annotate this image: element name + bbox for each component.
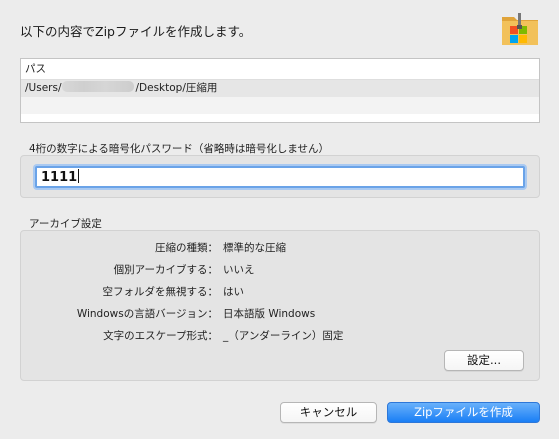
- password-input[interactable]: 1111: [35, 166, 525, 188]
- path-suffix: /Desktop/圧縮用: [135, 82, 218, 94]
- setting-compression-type-value: 標準的な圧縮: [223, 241, 423, 255]
- setting-ignore-empty-folders: 空フォルダを無視する：: [0, 285, 219, 299]
- path-prefix: /Users/: [25, 82, 62, 94]
- setting-value: 標準的な圧縮: [223, 242, 286, 254]
- setting-value: いいえ: [223, 264, 255, 276]
- zip-archiver-folder-icon: [502, 13, 538, 45]
- setting-key: 文字のエスケープ形式：: [103, 330, 218, 342]
- setting-key: 個別アーカイブする：: [113, 264, 218, 276]
- table-row-empty: [21, 97, 539, 114]
- table-row[interactable]: /Users/ /Desktop/圧縮用: [21, 80, 539, 97]
- dialog-title: 以下の内容でZipファイルを作成します。: [20, 24, 252, 39]
- setting-individual-archive: 個別アーカイブする：: [0, 263, 218, 277]
- text-caret: [78, 169, 80, 183]
- setting-value: _（アンダーライン）固定: [223, 330, 344, 342]
- setting-windows-language-value: 日本語版 Windows: [223, 307, 423, 321]
- setting-escape-format-value: _（アンダーライン）固定: [223, 329, 423, 343]
- password-value: 1111: [41, 170, 78, 185]
- redacted-username: [62, 81, 135, 92]
- setting-value: はい: [223, 286, 244, 298]
- setting-individual-archive-value: いいえ: [223, 263, 423, 277]
- password-label: 4桁の数字による暗号化パスワード（省略時は暗号化しません）: [29, 143, 330, 155]
- setting-escape-format: 文字のエスケープ形式：: [0, 329, 218, 343]
- table-row-empty: [21, 114, 539, 122]
- setting-compression-type: 圧縮の種類：: [0, 241, 218, 255]
- path-table: パス /Users/ /Desktop/圧縮用: [20, 58, 540, 123]
- setting-key: Windowsの言語バージョン：: [76, 308, 218, 320]
- settings-button[interactable]: 設定...: [444, 350, 524, 371]
- setting-key: 圧縮の種類：: [155, 242, 218, 254]
- setting-windows-language: Windowsの言語バージョン：: [0, 307, 218, 321]
- setting-ignore-empty-folders-value: はい: [223, 285, 423, 299]
- cancel-button[interactable]: キャンセル: [280, 402, 377, 423]
- setting-key: 空フォルダを無視する：: [102, 286, 219, 298]
- setting-value: 日本語版 Windows: [223, 308, 316, 320]
- create-zip-button[interactable]: Zipファイルを作成: [387, 402, 540, 423]
- archive-settings-label: アーカイブ設定: [29, 218, 102, 230]
- path-column-header[interactable]: パス: [21, 59, 539, 80]
